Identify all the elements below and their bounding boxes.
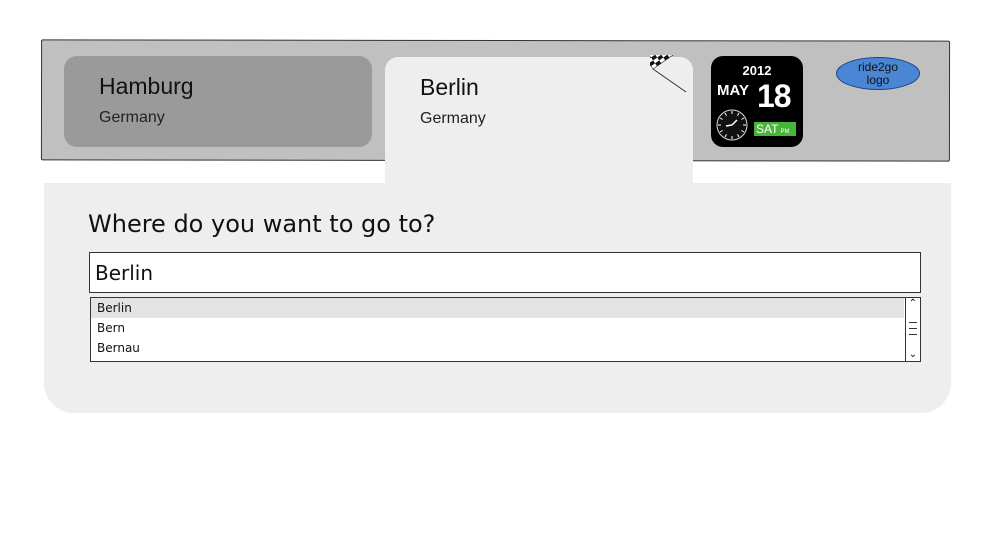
logo-line-1: ride2go (857, 59, 899, 74)
suggestion-item[interactable]: Bern (91, 318, 904, 338)
tab-origin[interactable]: Hamburg Germany (64, 56, 372, 147)
period-label: PM (780, 129, 790, 135)
calendar-widget: 2012 MAY 18 SAT PM (711, 56, 803, 147)
origin-country: Germany (99, 109, 165, 126)
destination-city: Berlin (420, 74, 479, 100)
calendar-year: 2012 (742, 63, 772, 78)
weekday-label: SAT (756, 122, 779, 136)
scroll-up-icon[interactable]: ⌃ (906, 298, 920, 310)
scroll-grip-line (909, 334, 917, 335)
logo-line-2: logo (866, 72, 890, 87)
suggestion-item[interactable]: Berlin (91, 298, 904, 318)
scroll-down-icon[interactable]: ⌄ (906, 349, 920, 361)
scroll-grip-line (909, 328, 917, 329)
origin-city: Hamburg (99, 73, 194, 99)
scroll-grip-line (909, 322, 917, 323)
calendar-day: 18 (757, 78, 792, 114)
destination-country: Germany (420, 110, 486, 127)
clock-icon (716, 109, 748, 141)
suggestion-list[interactable]: Berlin Bern Bernau ⌃ ⌄ (90, 297, 921, 362)
destination-search-input[interactable] (89, 252, 921, 293)
calendar-weekday: SAT PM (754, 122, 796, 136)
checkered-flag-icon (650, 55, 687, 93)
destination-question: Where do you want to go to? (88, 210, 436, 238)
suggestion-scrollbar[interactable]: ⌃ ⌄ (905, 298, 920, 361)
tab-destination[interactable]: Berlin Germany (385, 57, 693, 185)
suggestion-item[interactable]: Bernau (91, 338, 904, 358)
ride2go-logo[interactable]: ride2go logo (836, 57, 920, 90)
calendar-month: MAY (717, 82, 749, 99)
